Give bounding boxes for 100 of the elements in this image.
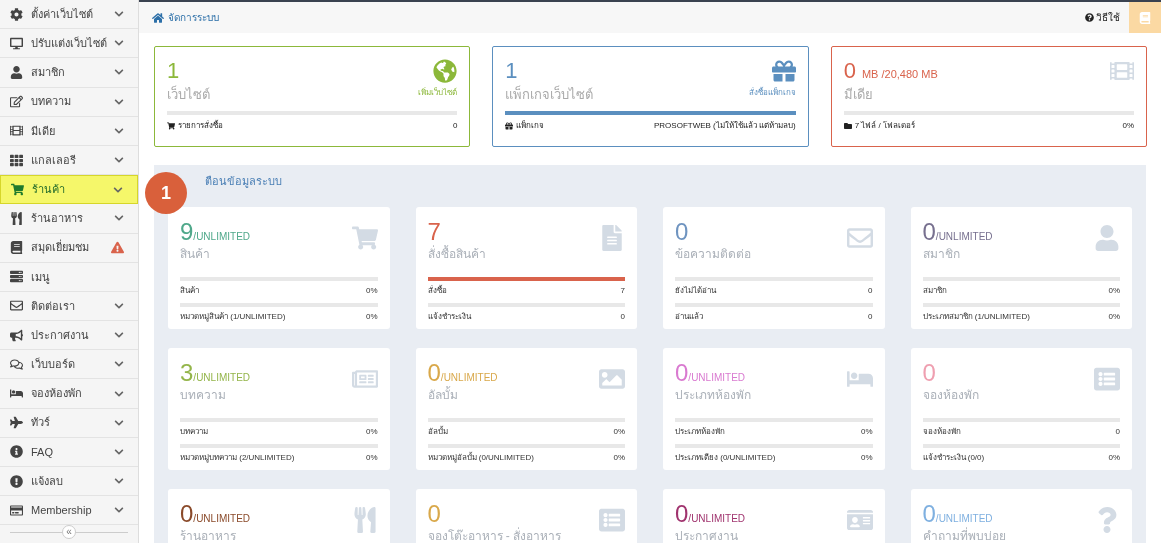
footer-label: รายการสั่งซื้อ (178, 120, 223, 132)
stat-row-value: 0 (868, 311, 873, 323)
sidebar-item[interactable]: เมนู (0, 262, 138, 292)
plane-icon (10, 416, 23, 430)
stat-row-value: 7 (620, 285, 625, 297)
sidebar-item[interactable]: ติดต่อเรา (0, 291, 138, 322)
id-card-icon (846, 507, 873, 533)
stat-row-label: สมาชิก (922, 285, 947, 297)
sidebar-item[interactable]: แจ้งลบ (0, 467, 138, 497)
summary-unit: MB /20,480 MB (861, 67, 938, 82)
sidebar-item[interactable]: ร้านค้า (0, 175, 138, 205)
list-icon (10, 270, 23, 284)
summary-number: 1 (167, 59, 180, 83)
sidebar-item[interactable]: สมุดเยี่ยมชม (0, 233, 138, 263)
book-icon (10, 241, 23, 255)
stat-row-label: หมวดหมู่อัลบั้ม (0/UNLIMITED) (427, 452, 534, 464)
stat-row-value: 0% (1108, 311, 1120, 323)
stat-row-value: 0% (860, 452, 873, 464)
sidebar-item[interactable]: เว็บบอร์ด (0, 350, 138, 380)
stat-unit: /UNLIMITED (935, 231, 993, 244)
stat-row-label: สั่งซื้อ (427, 285, 447, 297)
sidebar-item[interactable]: Membership (0, 496, 138, 526)
chevron-icon (114, 96, 124, 107)
stat-title: สมาชิก (922, 246, 961, 263)
stat-row-value: 0% (365, 426, 378, 438)
film-icon (1110, 59, 1134, 83)
step-badge: 1 (145, 172, 187, 214)
document-icon (599, 225, 625, 251)
sidebar-item[interactable]: ปรับแต่งเว็บไซต์ (0, 29, 138, 59)
sidebar-item[interactable]: FAQ (0, 437, 138, 467)
gear-icon (10, 7, 23, 21)
sidebar-item[interactable]: ตั้งค่าเว็บไซต์ (0, 0, 138, 30)
stat-unit: /UNLIMITED (193, 513, 251, 526)
stat-title: สินค้า (180, 246, 211, 263)
globe-icon (433, 59, 458, 83)
list-icon (1094, 366, 1120, 392)
sidebar-item[interactable]: จองห้องพัก (0, 379, 138, 409)
sidebar-item[interactable]: สมาชิก (0, 58, 138, 88)
warning-icon (111, 241, 124, 255)
chevron-icon (114, 417, 124, 428)
stat-number: 0 (922, 219, 936, 245)
sidebar-item[interactable]: บทความ (0, 87, 138, 117)
stat-title: บทความ (180, 387, 227, 404)
footer-value: 0 (452, 120, 458, 132)
cart-icon (167, 122, 175, 130)
stat-title: จองโต๊ะอาหาร - สั่งอาหาร (427, 527, 562, 543)
collapse-button[interactable]: « (62, 525, 76, 540)
stat-row-value: 0% (613, 452, 625, 464)
stat-number: 7 (427, 219, 441, 245)
breadcrumb-link[interactable]: จัดการระบบ (152, 10, 219, 25)
summary-link[interactable]: สั่งซื้อแพ็กเกจ (748, 87, 796, 99)
chevron-icon (114, 125, 124, 136)
stat-row-label: ประเภทเตียง (0/UNLIMITED) (675, 452, 776, 464)
megaphone-icon (10, 328, 23, 342)
utensils-icon (351, 507, 378, 533)
stat-row-value: 0% (613, 426, 625, 438)
stat-row-value: 0% (860, 426, 873, 438)
stat-row-value: 0 (868, 285, 873, 297)
user-icon (10, 65, 23, 79)
help-icon (1085, 13, 1094, 22)
stat-row-label: จองห้องพัก (922, 426, 961, 438)
info-icon (10, 445, 23, 459)
help-link[interactable]: วิธีใช้ (1085, 10, 1120, 25)
sidebar-item[interactable]: ทัวร์ (0, 408, 138, 438)
stat-unit: /UNLIMITED (440, 372, 498, 385)
envelope-icon (10, 299, 23, 313)
chevron-icon (114, 300, 124, 311)
stat-row-value: 0% (365, 285, 378, 297)
stat-row-label: สินค้า (180, 285, 199, 297)
sidebar-item[interactable]: มีเดีย (0, 116, 138, 146)
footer-value: 0% (1122, 120, 1134, 132)
sidebar-item[interactable]: ร้านอาหาร (0, 204, 138, 234)
cart-icon (11, 183, 24, 197)
stat-number: 0 (675, 501, 689, 527)
grid-icon (10, 153, 23, 167)
sidebar-item[interactable]: ประกาศงาน (0, 321, 138, 351)
stat-number: 0 (180, 501, 194, 527)
stat-number: 0 (922, 360, 936, 386)
stat-number: 0 (675, 360, 689, 386)
notes-button[interactable] (1129, 2, 1161, 33)
stat-number: 0 (427, 501, 441, 527)
footer-label: แพ็กเกจ (516, 120, 545, 132)
stat-number: 0 (922, 501, 936, 527)
stat-row-value: 0% (1108, 452, 1120, 464)
user-icon (1094, 225, 1120, 251)
folder-icon (843, 122, 852, 130)
stat-row-value: 0 (1115, 426, 1120, 438)
stat-row-label: บทความ (180, 426, 208, 438)
film-icon (10, 124, 23, 138)
image-icon (599, 366, 625, 392)
stat-row-label: หมวดหมู่บทความ (2/UNLIMITED) (180, 452, 295, 464)
card-icon (10, 503, 23, 517)
stat-row-label: อ่านแล้ว (675, 311, 703, 323)
stat-row-label: อัลบั้ม (427, 426, 448, 438)
summary-title: แพ็กเกจเว็บไซต์ (505, 85, 594, 104)
footer-label: 7 ไฟล์ / โฟลเดอร์ (854, 120, 915, 132)
chevron-icon (114, 388, 124, 399)
stat-row-value: 0% (365, 311, 378, 323)
summary-title: เว็บไซต์ (167, 85, 210, 104)
stat-number: 9 (180, 219, 194, 245)
